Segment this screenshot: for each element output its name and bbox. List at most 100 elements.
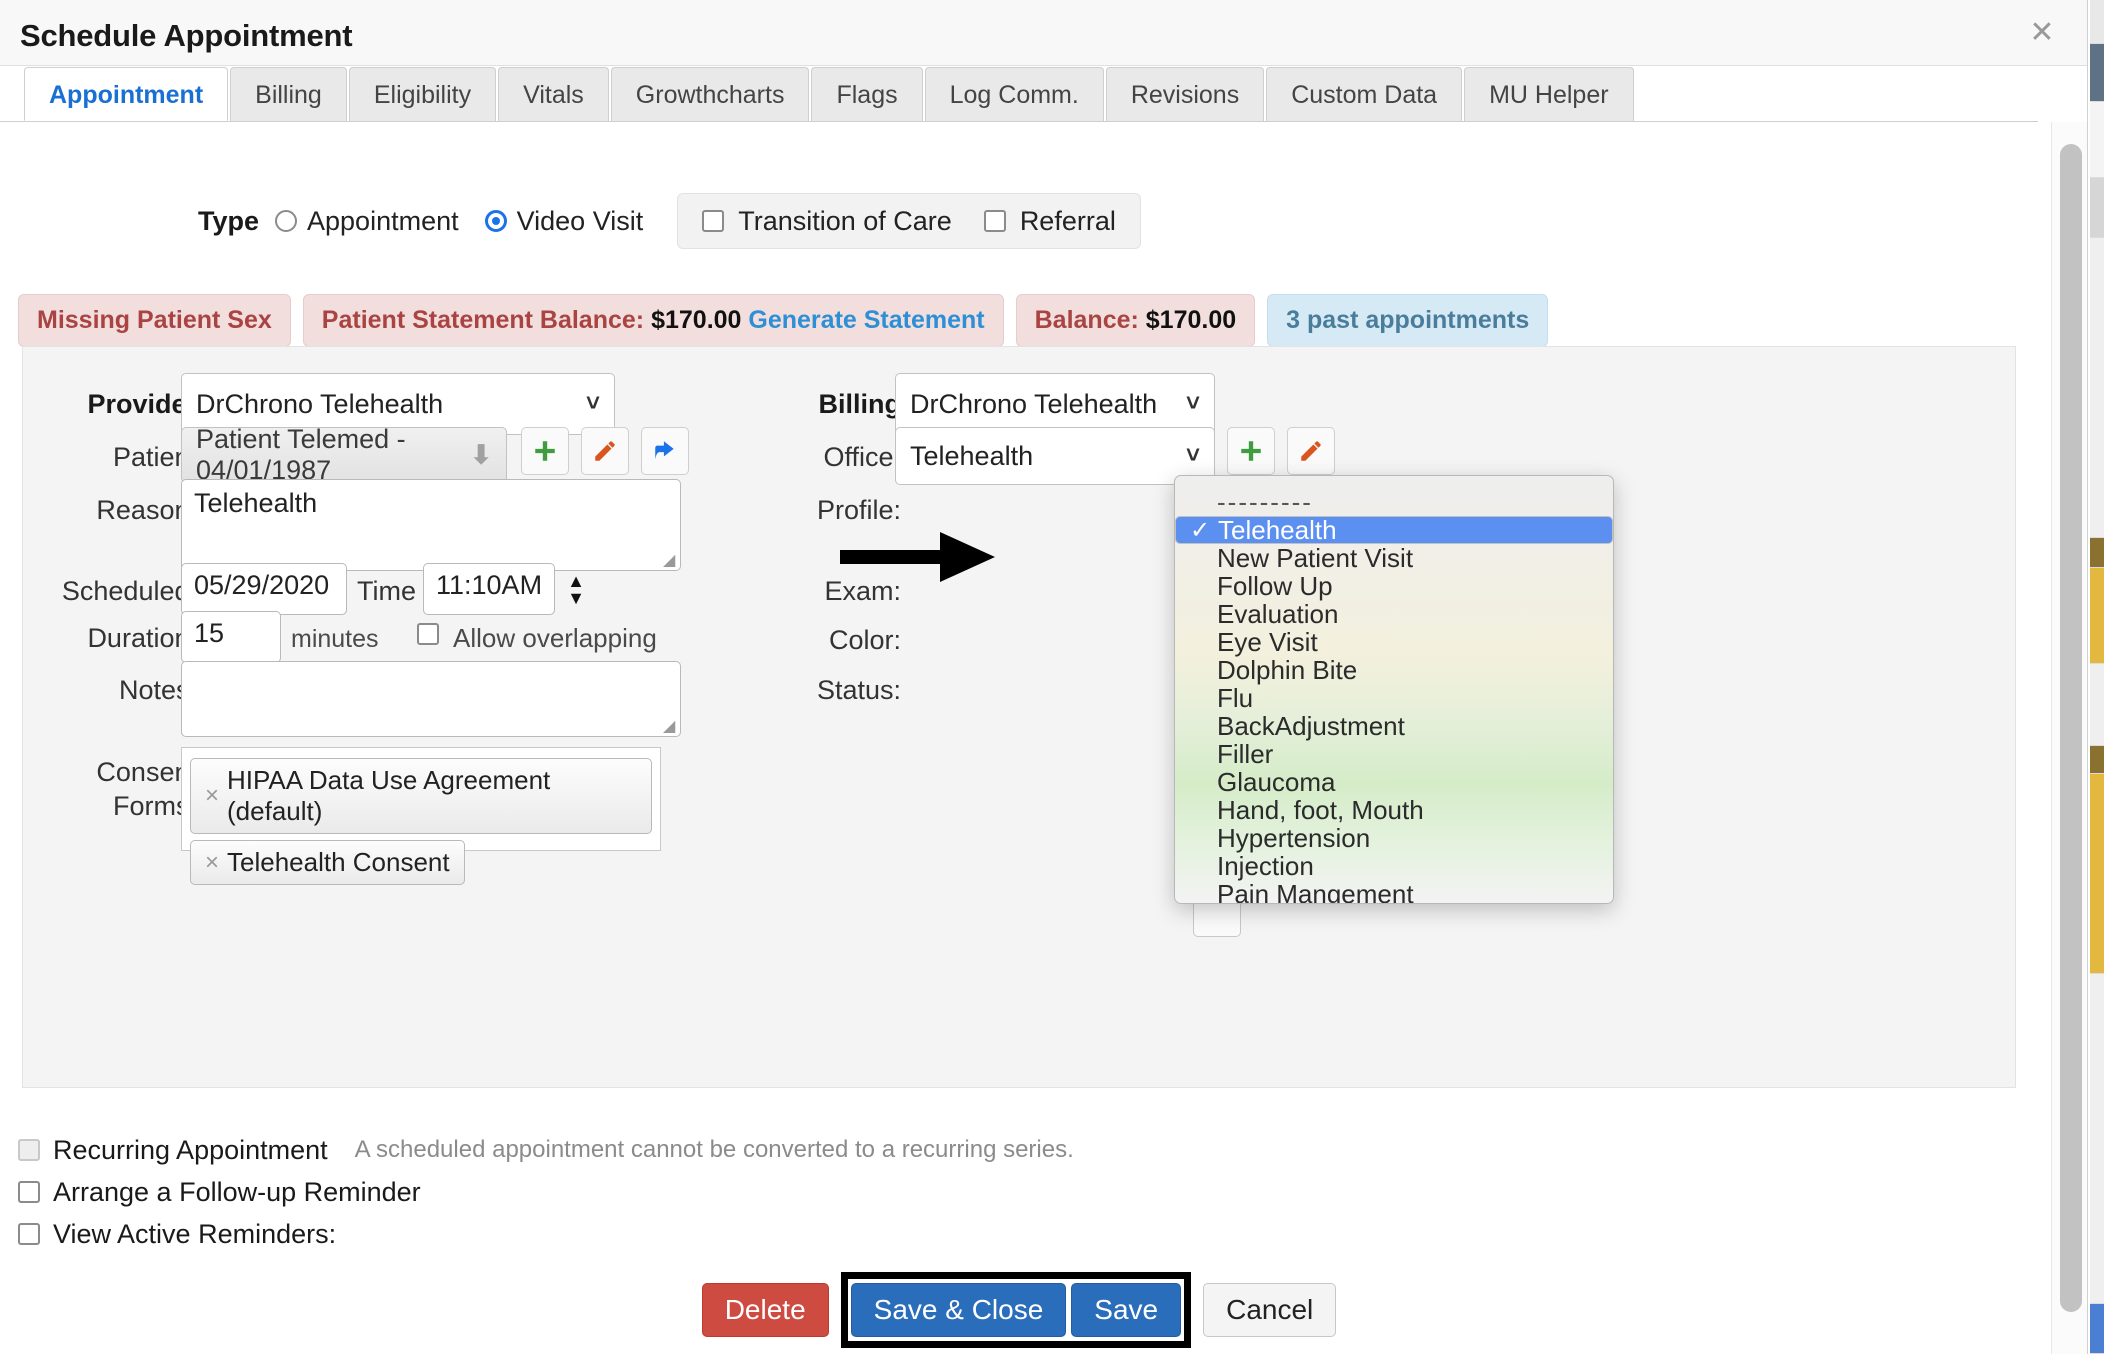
background-calendar-page bbox=[2090, 0, 2104, 1354]
tab-eligibility[interactable]: Eligibility bbox=[348, 67, 497, 121]
save-and-close-button[interactable]: Save & Close bbox=[850, 1283, 1067, 1337]
checkbox-view-active-reminders[interactable] bbox=[18, 1223, 40, 1245]
dropdown-item-evaluation[interactable]: Evaluation bbox=[1175, 600, 1613, 628]
plus-icon bbox=[535, 441, 555, 461]
billing-select-value: DrChrono Telehealth bbox=[910, 388, 1158, 419]
share-patient-button[interactable] bbox=[641, 427, 689, 475]
resize-grip-icon[interactable]: ◢ bbox=[663, 719, 677, 735]
chevron-up-icon[interactable]: ▲ bbox=[567, 572, 585, 590]
dropdown-item-hand-foot-mouth[interactable]: Hand, foot, Mouth bbox=[1175, 796, 1613, 824]
resize-grip-icon[interactable]: ◢ bbox=[663, 553, 677, 569]
delete-button[interactable]: Delete bbox=[701, 1283, 829, 1337]
tab-vitals[interactable]: Vitals bbox=[498, 67, 609, 121]
radio-appointment[interactable] bbox=[275, 210, 298, 232]
appointment-type-row: Type Appointment Video Visit Transition … bbox=[0, 190, 2038, 252]
notes-textarea[interactable]: ◢ bbox=[181, 661, 681, 737]
profile-dropdown-list[interactable]: --------- ✓ Telehealth New Patient Visit… bbox=[1174, 475, 1614, 904]
chevron-down-icon: ˅ bbox=[1185, 390, 1200, 417]
tab-flags[interactable]: Flags bbox=[811, 67, 923, 121]
duration-units-label: minutes bbox=[291, 625, 379, 653]
screen-root: Schedule Appointment ✕ Appointment Billi… bbox=[0, 0, 2104, 1354]
modal-scrollbar[interactable] bbox=[2051, 122, 2087, 1354]
office-label: Office: bbox=[823, 442, 901, 472]
add-office-button[interactable] bbox=[1227, 427, 1275, 475]
billing-select[interactable]: DrChrono Telehealth ˅ bbox=[895, 373, 1215, 435]
checkbox-recurring-appointment-label: Recurring Appointment bbox=[53, 1134, 328, 1165]
add-patient-button[interactable] bbox=[521, 427, 569, 475]
badge-past-appointments[interactable]: 3 past appointments bbox=[1267, 294, 1549, 347]
consent-token-hipaa[interactable]: × HIPAA Data Use Agreement (default) bbox=[190, 758, 652, 834]
dropdown-item-backadjustment[interactable]: BackAdjustment bbox=[1175, 712, 1613, 740]
radio-video-visit[interactable] bbox=[484, 210, 507, 232]
dropdown-item-separator[interactable]: --------- bbox=[1175, 488, 1613, 516]
generate-statement-link[interactable]: Generate Statement bbox=[748, 306, 984, 334]
chevron-down-icon[interactable]: ▼ bbox=[567, 589, 585, 607]
tab-bar: Appointment Billing Eligibility Vitals G… bbox=[0, 66, 2038, 122]
edit-office-button[interactable] bbox=[1287, 427, 1335, 475]
time-input[interactable]: 11:10AM bbox=[423, 563, 555, 615]
checkbox-view-active-reminders-label[interactable]: View Active Reminders: bbox=[53, 1219, 336, 1250]
dropdown-item-flu[interactable]: Flu bbox=[1175, 684, 1613, 712]
type-radio-video-visit-group[interactable]: Video Visit bbox=[484, 206, 644, 237]
tab-billing[interactable]: Billing bbox=[230, 67, 347, 121]
scheduled-date-input[interactable]: 05/29/2020 bbox=[181, 563, 347, 615]
dropdown-item-label: Telehealth bbox=[1218, 515, 1337, 545]
duration-input[interactable]: 15 bbox=[181, 611, 281, 663]
modal-header: Schedule Appointment ✕ bbox=[0, 0, 2087, 66]
remove-token-icon[interactable]: × bbox=[205, 849, 219, 877]
dropdown-item-hypertension[interactable]: Hypertension bbox=[1175, 824, 1613, 852]
pencil-icon bbox=[595, 441, 615, 461]
tab-log-comm[interactable]: Log Comm. bbox=[924, 67, 1104, 121]
checkbox-followup-reminder[interactable] bbox=[18, 1181, 40, 1203]
tab-mu-helper[interactable]: MU Helper bbox=[1464, 67, 1634, 121]
statement-balance-amount: $170.00 bbox=[651, 306, 742, 334]
office-select[interactable]: Telehealth ˅ bbox=[895, 427, 1215, 485]
radio-appointment-label[interactable]: Appointment bbox=[307, 206, 459, 237]
billing-label: Billing bbox=[818, 389, 902, 419]
provider-select-value: DrChrono Telehealth bbox=[196, 388, 444, 419]
checkbox-referral-label[interactable]: Referral bbox=[1020, 206, 1116, 237]
consent-forms-field[interactable]: × HIPAA Data Use Agreement (default) × T… bbox=[181, 747, 661, 885]
arrow-down-icon: ⬇ bbox=[470, 439, 492, 470]
radio-video-visit-label[interactable]: Video Visit bbox=[517, 206, 644, 237]
save-button[interactable]: Save bbox=[1071, 1283, 1182, 1337]
dropdown-item-glaucoma[interactable]: Glaucoma bbox=[1175, 768, 1613, 796]
dropdown-item-dolphin-bite[interactable]: Dolphin Bite bbox=[1175, 656, 1613, 684]
checkbox-transition-of-care-label[interactable]: Transition of Care bbox=[738, 206, 952, 237]
close-icon[interactable]: ✕ bbox=[2025, 18, 2059, 52]
annotation-arrow-icon bbox=[840, 532, 995, 582]
badge-patient-statement-balance: Patient Statement Balance: $170.00 Gener… bbox=[302, 294, 1004, 347]
reason-textarea[interactable]: Telehealth ◢ bbox=[181, 479, 681, 571]
consent-token-telehealth[interactable]: × Telehealth Consent bbox=[190, 840, 465, 885]
remove-token-icon[interactable]: × bbox=[205, 782, 219, 810]
checkbox-allow-overlapping-label[interactable]: Allow overlapping bbox=[453, 623, 657, 654]
dropdown-item-new-patient-visit[interactable]: New Patient Visit bbox=[1175, 544, 1613, 572]
dropdown-item-follow-up[interactable]: Follow Up bbox=[1175, 572, 1613, 600]
dropdown-item-telehealth[interactable]: ✓ Telehealth bbox=[1175, 516, 1613, 544]
scheduled-label: Scheduled: bbox=[61, 576, 197, 606]
dropdown-item-eye-visit[interactable]: Eye Visit bbox=[1175, 628, 1613, 656]
checkbox-allow-overlapping[interactable] bbox=[417, 623, 439, 645]
badge-missing-patient-sex[interactable]: Missing Patient Sex bbox=[18, 294, 291, 347]
option-followup-reminder[interactable]: Arrange a Follow-up Reminder bbox=[18, 1172, 1074, 1212]
scrollbar-thumb[interactable] bbox=[2060, 144, 2082, 1312]
dropdown-item-pain-mangement[interactable]: Pain Mangement bbox=[1175, 880, 1613, 903]
option-view-active-reminders[interactable]: View Active Reminders: bbox=[18, 1214, 1074, 1254]
time-stepper[interactable]: ▲ ▼ bbox=[563, 565, 589, 613]
checkbox-transition-of-care[interactable] bbox=[702, 210, 725, 232]
checkbox-referral[interactable] bbox=[983, 210, 1006, 232]
dropdown-item-filler[interactable]: Filler bbox=[1175, 740, 1613, 768]
patient-combobox[interactable]: Patient Telemed - 04/01/1987 ⬇ bbox=[181, 424, 507, 485]
tab-custom-data[interactable]: Custom Data bbox=[1266, 67, 1463, 121]
balance-label: Balance: bbox=[1034, 306, 1139, 334]
cancel-button[interactable]: Cancel bbox=[1203, 1283, 1337, 1337]
dropdown-item-injection[interactable]: Injection bbox=[1175, 852, 1613, 880]
tab-revisions[interactable]: Revisions bbox=[1105, 67, 1265, 121]
plus-icon bbox=[1241, 441, 1261, 461]
edit-patient-button[interactable] bbox=[581, 427, 629, 475]
checkbox-followup-reminder-label[interactable]: Arrange a Follow-up Reminder bbox=[53, 1177, 421, 1208]
tab-appointment[interactable]: Appointment bbox=[24, 67, 229, 121]
consent-forms-label: Consent Forms: bbox=[41, 755, 197, 823]
tab-growthcharts[interactable]: Growthcharts bbox=[610, 67, 810, 121]
type-radio-appointment-group[interactable]: Appointment bbox=[275, 206, 459, 237]
